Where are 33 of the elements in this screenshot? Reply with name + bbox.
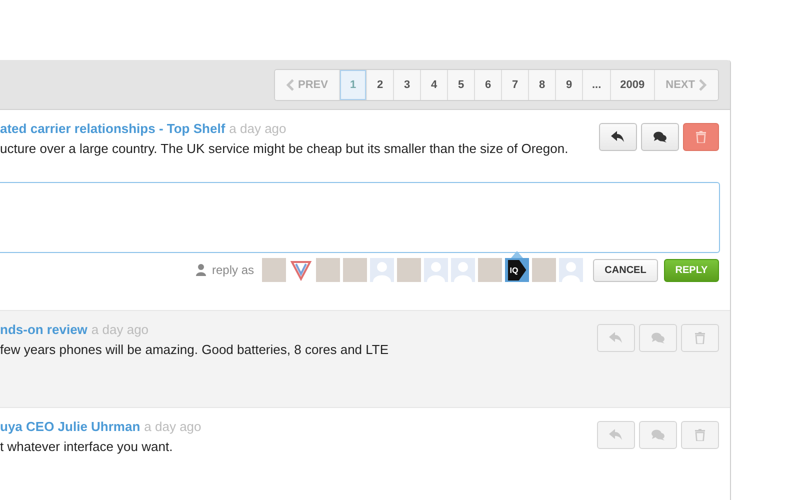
cancel-button[interactable]: CANCEL [593, 258, 658, 282]
reply-arrow-icon [611, 131, 625, 143]
pointer-caret [511, 251, 523, 258]
person-icon [196, 264, 206, 276]
default-avatar[interactable] [559, 258, 583, 282]
trash-icon [695, 332, 705, 344]
default-avatar[interactable] [451, 258, 475, 282]
chevron-right-icon [699, 78, 707, 90]
speech-bubbles-icon [653, 131, 667, 143]
avatar-photo-placeholder[interactable] [532, 258, 556, 282]
avatar-photo-placeholder[interactable] [478, 258, 502, 282]
reply-as-label: reply as [212, 263, 254, 277]
reply-input-field[interactable] [0, 182, 720, 253]
trash-icon [695, 429, 705, 441]
reply-button[interactable] [599, 123, 637, 151]
avatar-logo[interactable] [289, 258, 313, 282]
trash-icon [696, 131, 706, 143]
avatar-photo-placeholder[interactable] [343, 258, 367, 282]
default-avatar[interactable] [424, 258, 448, 282]
comment-text: t whatever interface you want. [0, 439, 174, 454]
chevron-left-icon [286, 78, 294, 90]
default-avatar[interactable] [370, 258, 394, 282]
reply-arrow-icon [609, 429, 623, 441]
comments-button[interactable] [641, 123, 679, 151]
comment-time: a day ago [229, 121, 286, 136]
comment-text: ucture over a large country. The UK service might be cheap but its smaller than the size of Oregon. [0, 141, 568, 156]
speech-bubbles-icon [651, 429, 665, 441]
comment-text: few years phones will be amazing. Good batteries, 8 cores and LTE [0, 342, 389, 357]
avatar-photo-placeholder[interactable] [397, 258, 421, 282]
comment-time: a day ago [91, 322, 149, 337]
speech-bubbles-icon [651, 332, 665, 344]
reply-arrow-icon [609, 332, 623, 344]
comment-time: a day ago [144, 419, 202, 434]
